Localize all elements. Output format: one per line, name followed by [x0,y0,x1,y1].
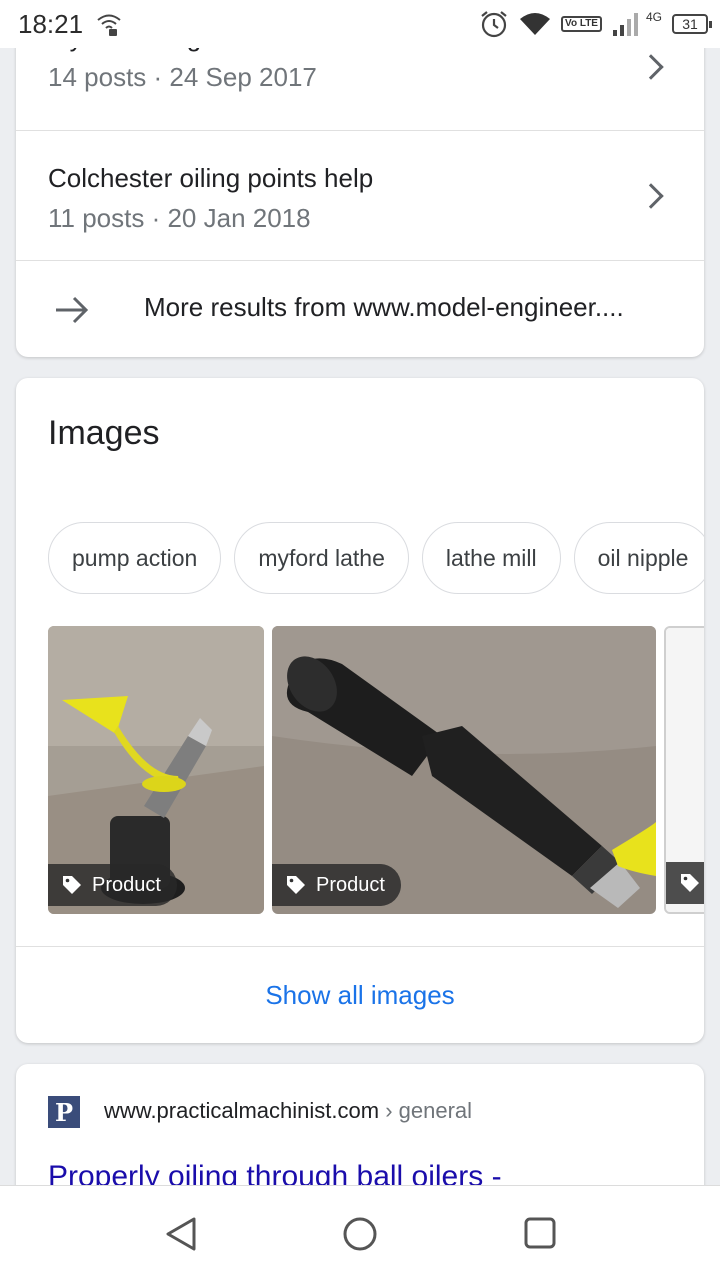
home-circle-icon [343,1217,377,1251]
wifi-hotspot-icon [95,11,123,37]
volte-icon: Vo LTE [561,16,602,32]
product-tag-label: Product [92,873,161,896]
alarm-icon [479,9,509,39]
images-heading: Images [48,414,160,452]
image-thumbnail[interactable]: Product [272,626,656,914]
battery-icon: 31 [672,14,712,34]
chip-lathe-mill[interactable]: lathe mill [421,522,561,594]
tag-icon [63,876,81,894]
tag-icon [681,874,699,892]
result-breadcrumb: › general [385,1098,473,1123]
site-favicon: P [48,1096,80,1128]
network-type: 4G [645,10,662,24]
result-site: www.practicalmachinist.com [104,1098,380,1123]
chip-pump-action[interactable]: pump action [48,522,222,594]
result-url[interactable]: www.practicalmachinist.com › general [104,1098,472,1124]
home-button[interactable] [342,1216,378,1257]
forum-result-meta: 11 posts · 20 Jan 2018 [48,203,311,233]
tag-icon [287,876,305,894]
forum-result-meta: 14 posts · 24 Sep 2017 [48,62,317,92]
product-tag: Product [48,864,177,906]
back-triangle-icon [166,1217,196,1251]
wifi-icon [519,11,551,37]
arrow-right-icon [54,296,90,329]
image-thumbnail[interactable]: P [664,626,704,914]
images-card: Images pump action myford lathe lathe mi… [16,378,704,1043]
cell-signal-icon [612,12,642,36]
chip-oil-nipple[interactable]: oil nipple [573,522,704,594]
product-tag: Product [272,864,401,906]
product-tag-label: Product [316,873,385,896]
forum-results-card: Myford Oiling - Wahner 300-1 14 posts · … [16,10,704,357]
forum-result-row[interactable]: Colchester oiling points help 11 posts ·… [16,131,704,261]
clock: 18:21 [18,8,84,39]
recents-square-icon [524,1217,556,1249]
chevron-right-icon [638,183,664,209]
image-filter-chips: pump action myford lathe lathe mill oil … [48,522,704,594]
recents-button[interactable] [523,1216,557,1255]
forum-result-title: Colchester oiling points help [48,163,374,193]
more-results-label: More results from www.model-engineer.... [144,292,624,322]
more-results-link[interactable]: More results from www.model-engineer.... [16,262,704,357]
back-button[interactable] [164,1216,198,1257]
chevron-right-icon [638,54,664,80]
battery-level: 31 [682,16,698,32]
status-bar: 18:21 Vo LTE 4G 31 [0,0,720,48]
image-thumbnail[interactable]: Product [48,626,264,914]
navigation-bar [0,1185,720,1280]
show-all-images-button[interactable]: Show all images [16,946,704,1043]
chip-myford-lathe[interactable]: myford lathe [234,522,409,594]
product-tag: P [666,862,704,904]
